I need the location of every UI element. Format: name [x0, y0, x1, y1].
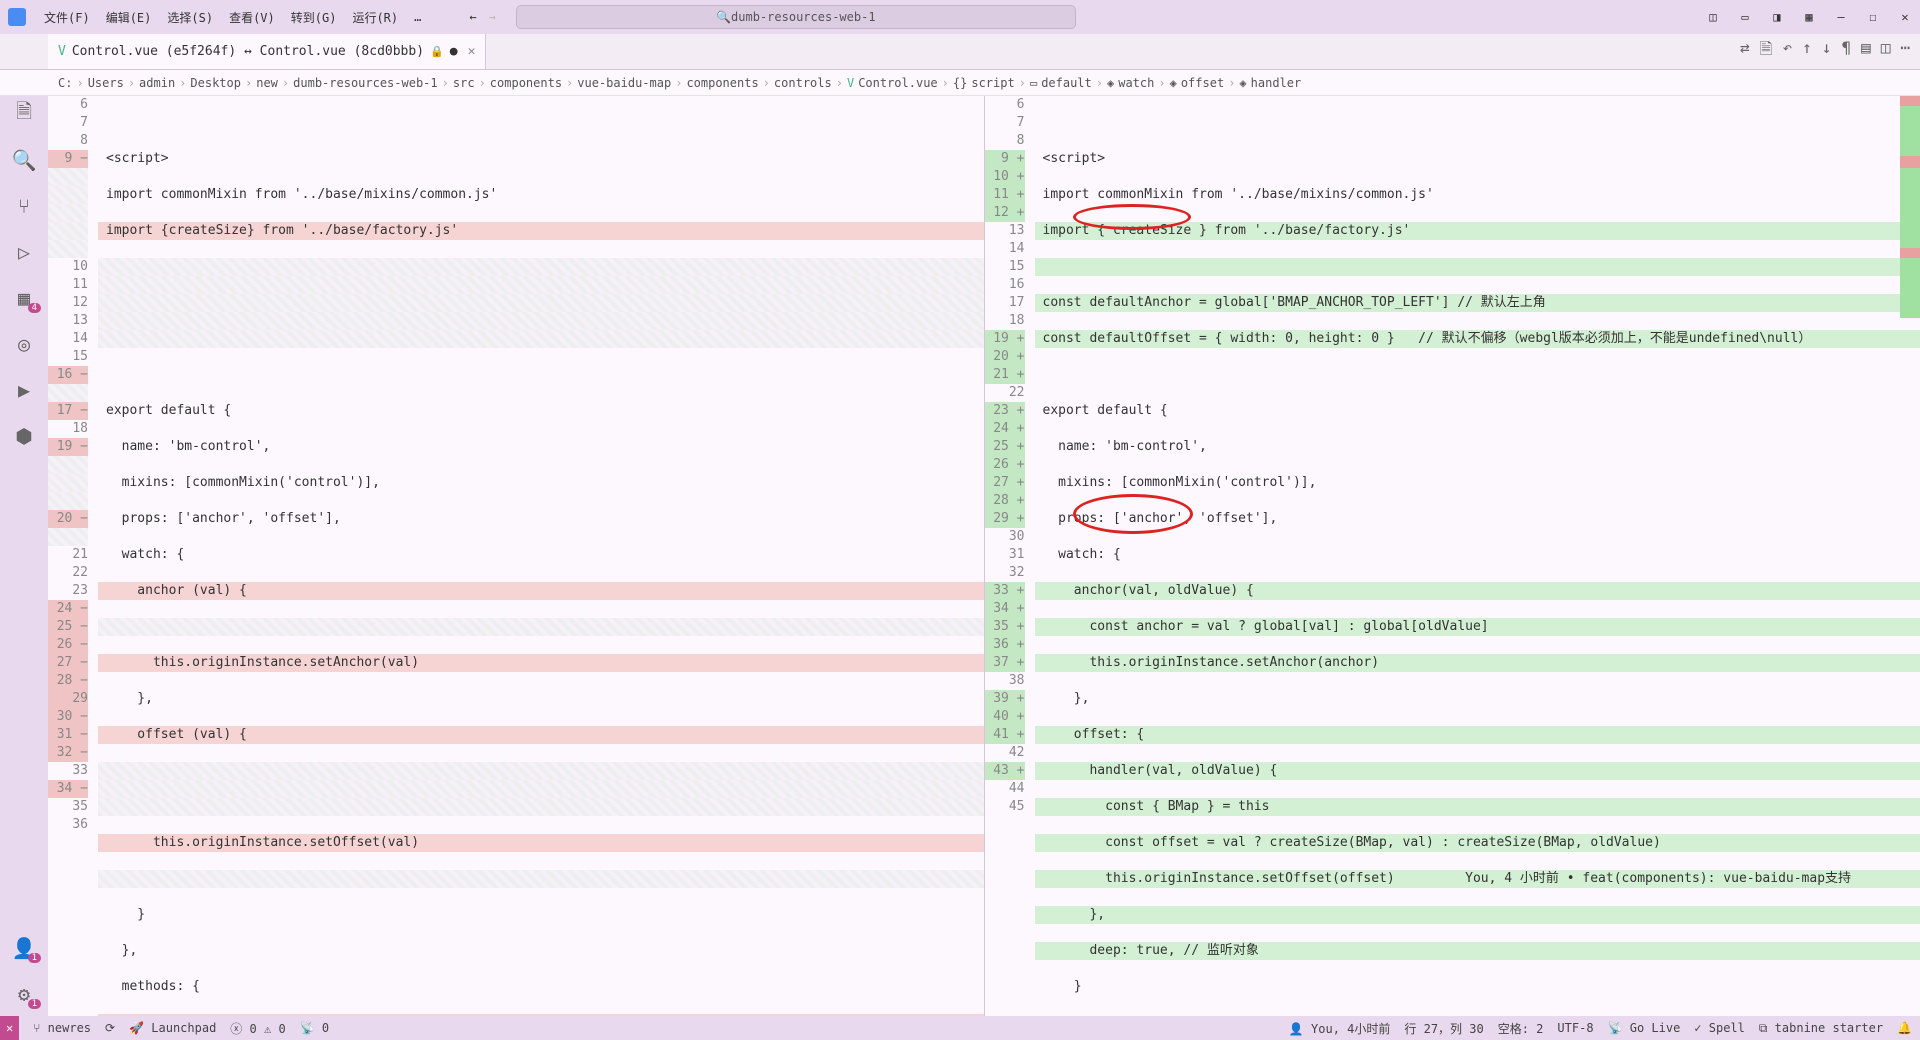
diff-editor: 6789 − 101112131415 16 −17 −18 19 − 20 −… — [48, 96, 1920, 1016]
left-code[interactable]: <script> import commonMixin from '../bas… — [98, 96, 984, 1016]
symbol-icon: ◈ — [1107, 76, 1114, 90]
crumb[interactable]: components — [490, 76, 562, 90]
menu-select[interactable]: 选择(S) — [159, 9, 221, 26]
compare-changes-icon[interactable]: ⇄ — [1740, 38, 1750, 65]
ports[interactable]: 📡 0 — [300, 1021, 329, 1035]
indentation[interactable]: 空格: 2 — [1498, 1020, 1544, 1037]
search-icon: 🔍 — [716, 10, 731, 24]
git-sync[interactable]: ⟳ — [105, 1021, 115, 1035]
readonly-lock-icon: 🔒 — [430, 45, 444, 58]
search-text: dumb-resources-web-1 — [731, 10, 876, 24]
layout-panel-bottom-icon[interactable]: ▭ — [1738, 10, 1752, 24]
crumb[interactable]: C: — [58, 76, 72, 90]
settings-gear-icon[interactable]: ⚙1 — [12, 982, 36, 1006]
tabnine[interactable]: ⧉ tabnine starter — [1759, 1021, 1883, 1036]
crumb[interactable]: dumb-resources-web-1 — [293, 76, 438, 90]
nav-arrows: ← → — [469, 10, 495, 24]
tab-modified-icon: ● — [450, 44, 458, 59]
problems[interactable]: ⓧ 0 ⚠ 0 — [230, 1020, 285, 1037]
crumb[interactable]: vue-baidu-map — [577, 76, 671, 90]
crumb[interactable]: script — [971, 76, 1014, 90]
diff-right-pane[interactable]: 6789 + 10 +11 +12 +13 1415161718 19 +20 … — [985, 96, 1920, 1016]
docker-icon[interactable]: ⬢ — [12, 424, 36, 448]
right-gutter: 6789 + 10 +11 +12 +13 1415161718 19 +20 … — [985, 96, 1035, 1016]
notifications-icon[interactable]: 🔔 — [1897, 1021, 1912, 1035]
test-icon[interactable]: ▶ — [12, 378, 36, 402]
activity-bar: 🗎 🔍 ⑂ ▷ ▦4 ◎ ▶ ⬢ 👤1 ⚙1 — [0, 96, 48, 1016]
window-minimize-icon[interactable]: — — [1834, 10, 1848, 24]
blame-info[interactable]: 👤 You, 4小时前 — [1289, 1020, 1391, 1037]
symbol-icon: ◈ — [1170, 76, 1177, 90]
crumb[interactable]: admin — [139, 76, 175, 90]
go-live[interactable]: 📡 Go Live — [1608, 1021, 1681, 1035]
crumb[interactable]: handler — [1251, 76, 1302, 90]
source-control-icon[interactable]: ⑂ — [12, 194, 36, 218]
menu-view[interactable]: 查看(V) — [221, 9, 283, 26]
menu-go[interactable]: 转到(G) — [283, 9, 345, 26]
open-file-icon[interactable]: 🗎 — [1760, 38, 1773, 65]
tab-close-icon[interactable]: ✕ — [468, 44, 476, 59]
nav-forward-icon[interactable]: → — [489, 10, 496, 24]
crumb[interactable]: Users — [88, 76, 124, 90]
tab-title: Control.vue (e5f264f) ↔ Control.vue (8cd… — [72, 44, 424, 59]
layout-customize-icon[interactable]: ▦ — [1802, 10, 1816, 24]
menu-run[interactable]: 运行(R) — [344, 9, 406, 26]
toggle-inline-icon[interactable]: ▤ — [1861, 38, 1871, 65]
symbol-icon: ▭ — [1030, 76, 1037, 90]
command-center[interactable]: 🔍 dumb-resources-web-1 — [516, 5, 1076, 29]
extensions-icon[interactable]: ▦4 — [12, 286, 36, 310]
launchpad[interactable]: 🚀 Launchpad — [129, 1021, 216, 1035]
tab-control-vue-diff[interactable]: V Control.vue (e5f264f) ↔ Control.vue (8… — [48, 34, 486, 69]
crumb[interactable]: Desktop — [190, 76, 241, 90]
menu-file[interactable]: 文件(F) — [36, 9, 98, 26]
status-bar: ✕ ⑂ newres ⟳ 🚀 Launchpad ⓧ 0 ⚠ 0 📡 0 👤 Y… — [0, 1016, 1920, 1040]
explorer-icon[interactable]: 🗎 — [12, 102, 36, 126]
menu-edit[interactable]: 编辑(E) — [98, 9, 160, 26]
search-icon[interactable]: 🔍 — [12, 148, 36, 172]
breadcrumb[interactable]: C:› Users› admin› Desktop› new› dumb-res… — [0, 70, 1920, 96]
previous-change-icon[interactable]: ↑ — [1802, 38, 1812, 65]
crumb[interactable]: offset — [1181, 76, 1224, 90]
git-branch[interactable]: ⑂ newres — [33, 1021, 91, 1035]
split-editor-icon[interactable]: ◫ — [1881, 38, 1891, 65]
symbol-icon: ◈ — [1239, 76, 1246, 90]
toggle-whitespace-icon[interactable]: ¶ — [1841, 38, 1851, 65]
vue-file-icon: V — [58, 44, 66, 59]
revert-icon[interactable]: ↶ — [1783, 38, 1793, 65]
layout-panel-left-icon[interactable]: ◫ — [1706, 10, 1720, 24]
crumb[interactable]: controls — [774, 76, 832, 90]
gitlens-icon[interactable]: ◎ — [12, 332, 36, 356]
title-bar: 文件(F) 编辑(E) 选择(S) 查看(V) 转到(G) 运行(R) … ← … — [0, 0, 1920, 34]
encoding[interactable]: UTF-8 — [1557, 1021, 1593, 1035]
run-debug-icon[interactable]: ▷ — [12, 240, 36, 264]
remote-indicator[interactable]: ✕ — [0, 1016, 19, 1040]
vue-file-icon: V — [847, 76, 854, 90]
crumb[interactable]: components — [686, 76, 758, 90]
crumb[interactable]: new — [256, 76, 278, 90]
crumb[interactable]: default — [1041, 76, 1092, 90]
symbol-icon: {} — [953, 76, 967, 90]
more-actions-icon[interactable]: ⋯ — [1900, 38, 1910, 65]
vscode-logo-icon — [8, 8, 26, 26]
spell-check[interactable]: ✓ Spell — [1694, 1021, 1745, 1035]
accounts-icon[interactable]: 👤1 — [12, 936, 36, 960]
minimap[interactable] — [1900, 96, 1920, 1016]
diff-left-pane[interactable]: 6789 − 101112131415 16 −17 −18 19 − 20 −… — [48, 96, 984, 1016]
right-code[interactable]: <script> import commonMixin from '../bas… — [1035, 96, 1920, 1016]
tab-bar: V Control.vue (e5f264f) ↔ Control.vue (8… — [0, 34, 1920, 70]
crumb[interactable]: Control.vue — [858, 76, 937, 90]
menu-more[interactable]: … — [406, 10, 429, 24]
next-change-icon[interactable]: ↓ — [1822, 38, 1832, 65]
window-close-icon[interactable]: ✕ — [1898, 10, 1912, 24]
nav-back-icon[interactable]: ← — [469, 10, 476, 24]
cursor-position[interactable]: 行 27，列 30 — [1404, 1020, 1483, 1037]
left-gutter: 6789 − 101112131415 16 −17 −18 19 − 20 −… — [48, 96, 98, 1016]
layout-panel-right-icon[interactable]: ◨ — [1770, 10, 1784, 24]
window-maximize-icon[interactable]: ☐ — [1866, 10, 1880, 24]
crumb[interactable]: watch — [1118, 76, 1154, 90]
crumb[interactable]: src — [453, 76, 475, 90]
